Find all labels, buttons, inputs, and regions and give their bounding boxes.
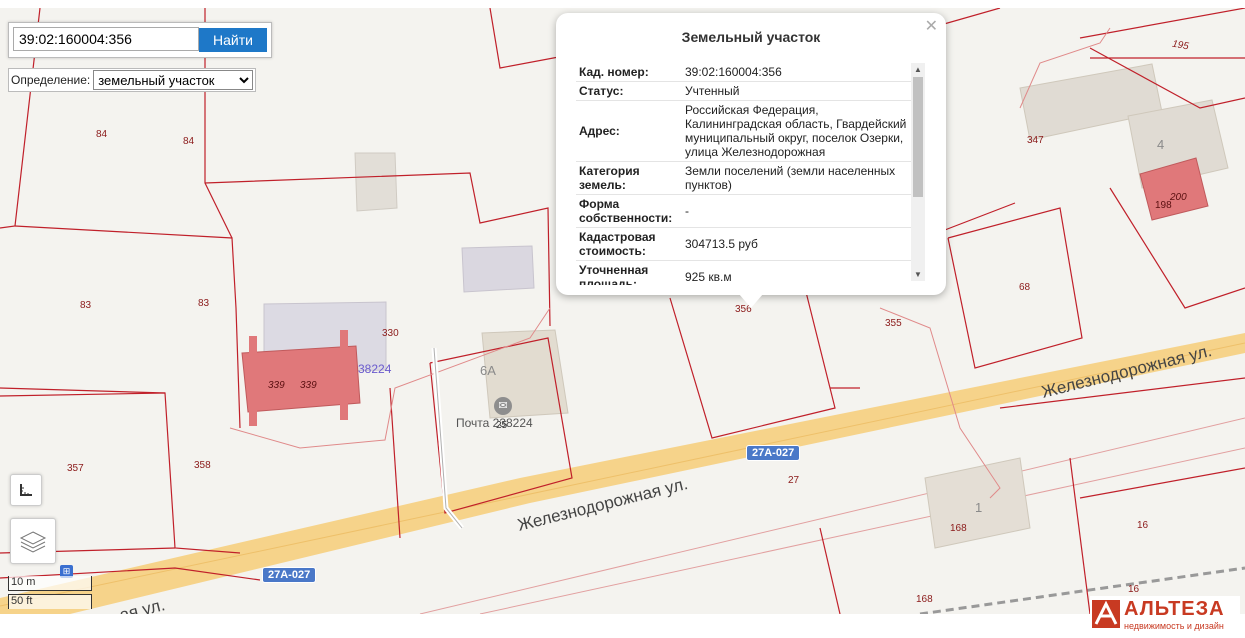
- poi-label: Почта 238224: [456, 416, 533, 430]
- altesa-logo: АЛЬТЕЗА недвижимость и дизайн: [1090, 596, 1240, 636]
- parcel-label: 83: [80, 300, 92, 311]
- parcel-label: 83: [198, 298, 210, 309]
- scroll-thumb[interactable]: [913, 77, 923, 197]
- building-number: 4: [1157, 137, 1165, 152]
- parcel-label: 168: [916, 594, 933, 605]
- parcel-label: 355: [885, 318, 902, 329]
- ruler-icon: [20, 484, 32, 496]
- attr-key: Кадастровая стоимость:: [579, 230, 656, 258]
- measure-button[interactable]: [10, 474, 42, 506]
- parcel-label: 16: [1128, 584, 1140, 595]
- attr-row: Кадастровая стоимость: 304713.5 руб: [576, 227, 912, 261]
- parcel-label: 84: [183, 136, 195, 147]
- attr-row: Категория земель: Земли поселений (земли …: [576, 161, 912, 195]
- road-shield: 27A-027: [746, 445, 801, 461]
- layers-icon: [19, 531, 47, 553]
- popup-pointer: [739, 294, 763, 308]
- attr-value: 304713.5 руб: [682, 227, 912, 261]
- search-panel: Найти: [8, 22, 272, 58]
- scale-imperial: 50 ft: [8, 594, 92, 609]
- scroll-up-icon[interactable]: ▲: [911, 65, 925, 74]
- attr-value: 39:02:160004:356: [682, 63, 912, 82]
- parcel-label: 339: [268, 380, 285, 391]
- parcel-label: 200: [1170, 192, 1187, 203]
- attr-key: Категория земель:: [579, 164, 640, 192]
- parcel-label: 358: [194, 460, 211, 471]
- attr-value: Российская Федерация, Калининградская об…: [682, 100, 912, 162]
- parcel-label: 357: [67, 463, 84, 474]
- parcel-label: 27: [788, 475, 800, 486]
- building-number: 6A: [480, 363, 496, 378]
- layers-button[interactable]: [10, 518, 56, 564]
- cadastral-search-input[interactable]: [13, 27, 199, 51]
- definition-selector: Определение: земельный участок: [8, 68, 257, 92]
- parcel-label: 198: [1155, 200, 1172, 211]
- attr-row: Статус: Учтенный: [576, 81, 912, 101]
- parcel-label: 330: [382, 328, 399, 339]
- attr-key: Форма собственности:: [579, 197, 673, 225]
- attr-value: 925 кв.м: [682, 260, 912, 285]
- scroll-down-icon[interactable]: ▼: [911, 270, 925, 279]
- attr-value: -: [682, 194, 912, 228]
- scale-metric: 10 m: [8, 576, 92, 591]
- parcel-label: 347: [1027, 135, 1044, 146]
- logo-tagline: недвижимость и дизайн: [1124, 621, 1224, 631]
- attr-row: Кад. номер: 39:02:160004:356: [576, 63, 912, 82]
- popup-attributes: Кад. номер: 39:02:160004:356 Статус: Учтен…: [576, 63, 912, 285]
- parcel-label: 68: [1019, 282, 1031, 293]
- road-shield: 27A-027: [262, 567, 317, 583]
- popup-title: Земельный участок: [681, 29, 821, 45]
- definition-select[interactable]: земельный участок: [93, 70, 254, 90]
- building-number: 1: [975, 500, 983, 515]
- postcode-label: 38224: [358, 362, 392, 376]
- popup-scrollbar[interactable]: ▲ ▼: [911, 63, 925, 281]
- definition-label: Определение:: [11, 73, 91, 87]
- attr-value: Учтенный: [682, 81, 912, 101]
- attr-row: Уточненная площадь: 925 кв.м: [576, 260, 912, 285]
- parcel-label: 339: [300, 380, 317, 391]
- search-button[interactable]: Найти: [199, 28, 267, 52]
- attr-key: Уточненная площадь:: [579, 263, 649, 285]
- attr-key: Адрес:: [579, 124, 620, 138]
- parcel-info-popup: ✕ Земельный участок Кад. номер: 39:02:160…: [556, 13, 946, 295]
- parcel-label: 16: [1137, 520, 1149, 531]
- logo-mark: [1092, 600, 1120, 628]
- logo-name: АЛЬТЕЗА: [1124, 598, 1225, 620]
- attr-value: Земли поселений (земли населенных пункто…: [682, 161, 912, 195]
- parcel-label: 168: [950, 523, 967, 534]
- attr-row: Форма собственности: -: [576, 194, 912, 228]
- attr-key: Кад. номер:: [579, 65, 649, 79]
- attr-key: Статус:: [579, 84, 624, 98]
- attr-row: Адрес: Российская Федерация, Калининградс…: [576, 100, 912, 162]
- parcel-label: 84: [96, 129, 108, 140]
- post-office-icon[interactable]: ✉: [494, 397, 512, 415]
